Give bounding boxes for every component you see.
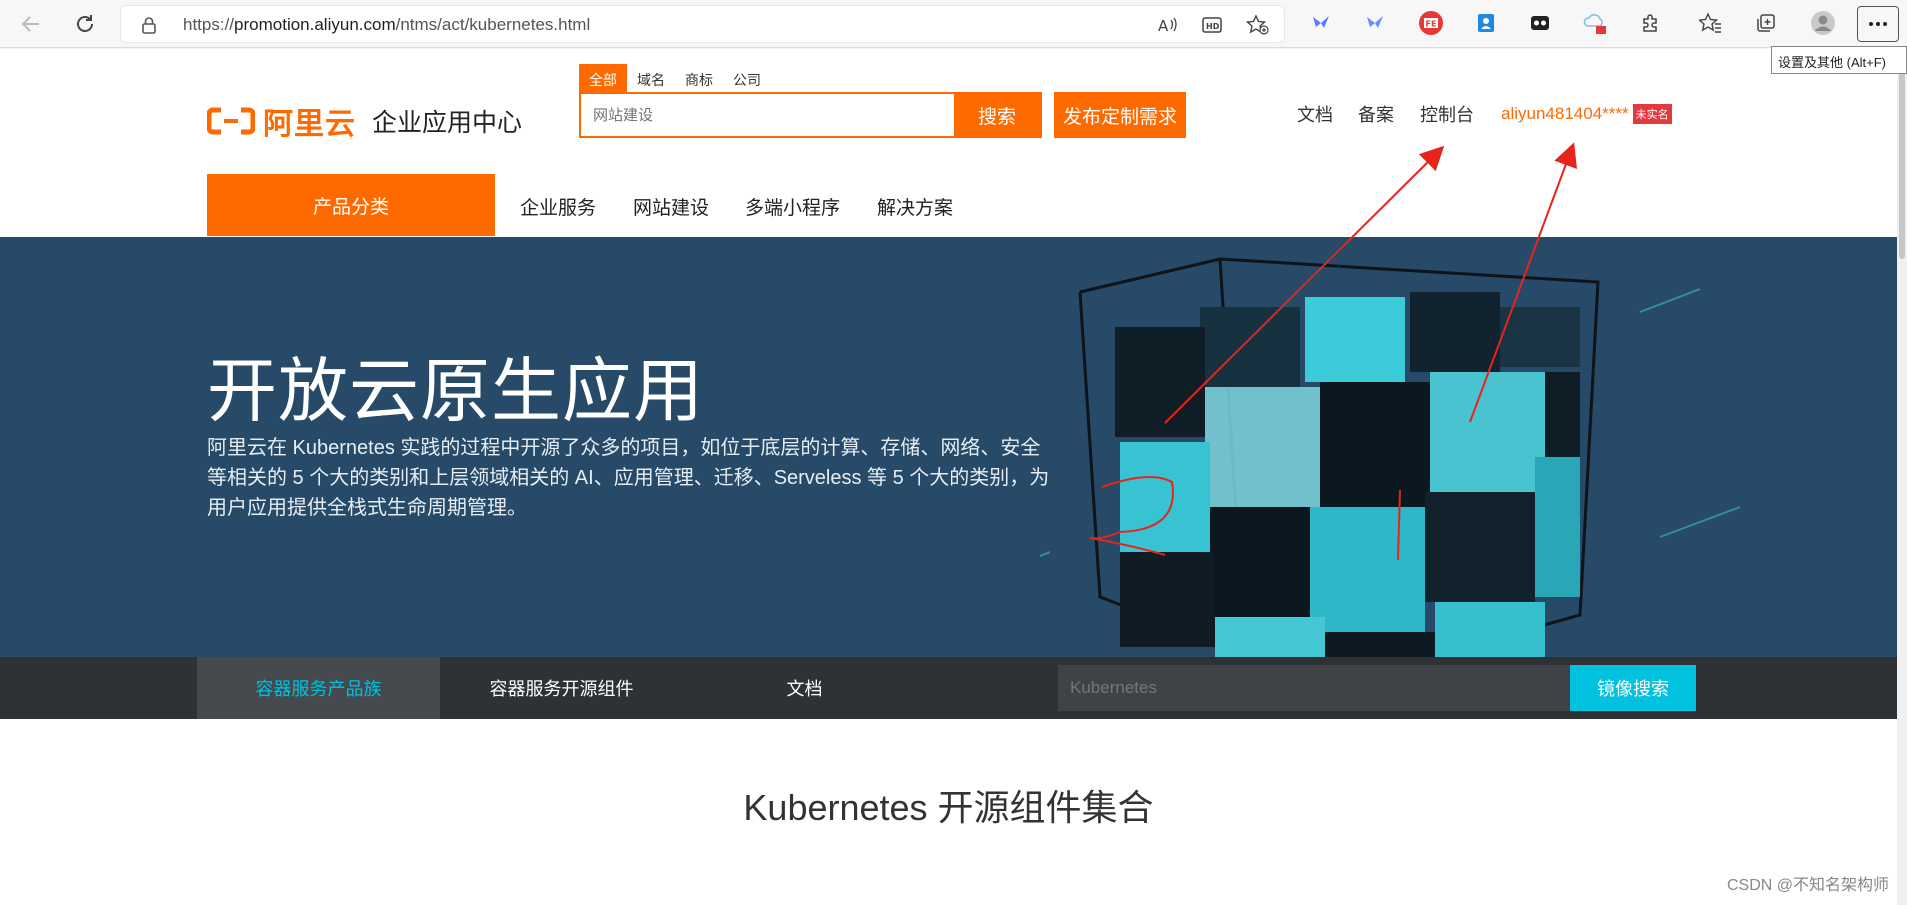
hero-title: 开放云原生应用 bbox=[207, 352, 704, 430]
browser-toolbar: https://promotion.aliyun.com/ntms/act/ku… bbox=[0, 0, 1907, 48]
hero-banner: 开放云原生应用 阿里云在 Kubernetes 实践的过程中开源了众多的项目，如… bbox=[0, 237, 1897, 657]
extension-user-icon[interactable] bbox=[1473, 10, 1499, 36]
url-host: promotion.aliyun.com bbox=[234, 15, 396, 34]
image-search-input[interactable] bbox=[1058, 665, 1570, 711]
cube-illustration bbox=[1040, 257, 1741, 657]
url-path: /ntms/act/kubernetes.html bbox=[395, 15, 591, 34]
product-category-button[interactable]: 产品分类 bbox=[207, 174, 495, 236]
subtab-docs[interactable]: 文档 bbox=[683, 657, 926, 719]
subtab-container-products[interactable]: 容器服务产品族 bbox=[197, 657, 440, 719]
profile-avatar-icon[interactable] bbox=[1810, 10, 1836, 36]
image-search-button[interactable]: 镜像搜索 bbox=[1570, 665, 1696, 711]
address-bar[interactable]: https://promotion.aliyun.com/ntms/act/ku… bbox=[120, 5, 1285, 43]
collections-icon[interactable] bbox=[1753, 10, 1779, 36]
read-aloud-icon[interactable]: A bbox=[1156, 14, 1178, 41]
svg-text:FE: FE bbox=[1426, 20, 1437, 29]
scrollbar-thumb[interactable] bbox=[1899, 59, 1905, 259]
site-subtitle: 企业应用中心 bbox=[372, 109, 523, 137]
section-title: Kubernetes 开源组件集合 bbox=[743, 787, 1154, 828]
site-search-input[interactable] bbox=[581, 94, 951, 136]
extension-cloud-icon[interactable] bbox=[1582, 10, 1608, 36]
search-tab-trademark[interactable]: 商标 bbox=[675, 64, 723, 93]
component-card[interactable] bbox=[197, 868, 672, 905]
nav-item-website-building[interactable]: 网站建设 bbox=[633, 193, 709, 220]
header-link-docs[interactable]: 文档 bbox=[1297, 101, 1333, 127]
extension-fe-icon[interactable]: FE bbox=[1418, 10, 1444, 36]
url-text[interactable]: https://promotion.aliyun.com/ntms/act/ku… bbox=[183, 15, 590, 35]
extensions-puzzle-icon[interactable] bbox=[1637, 10, 1663, 36]
lock-icon[interactable] bbox=[141, 16, 157, 39]
unverified-badge: 未实名 bbox=[1632, 104, 1672, 124]
hero-description: 阿里云在 Kubernetes 实践的过程中开源了众多的项目，如位于底层的计算、… bbox=[207, 437, 1050, 519]
csdn-watermark: CSDN @不知名架构师 bbox=[1722, 869, 1893, 897]
nav-item-mini-programs[interactable]: 多端小程序 bbox=[745, 193, 840, 220]
search-tab-company[interactable]: 公司 bbox=[723, 64, 771, 93]
extension-bird-alt-icon[interactable] bbox=[1362, 10, 1388, 36]
user-account[interactable]: aliyun481404**** 未实名 bbox=[1501, 104, 1672, 124]
search-scope-tabs: 全部 域名 商标 公司 bbox=[579, 64, 771, 93]
container-service-subnav: 容器服务产品族 容器服务开源组件 文档 镜像搜索 bbox=[0, 657, 1897, 719]
search-tab-domain[interactable]: 域名 bbox=[627, 64, 675, 93]
reload-icon[interactable] bbox=[70, 9, 100, 39]
search-tab-all[interactable]: 全部 bbox=[579, 64, 627, 93]
site-search-button[interactable]: 搜索 bbox=[954, 94, 1040, 136]
site-logo[interactable]: 阿里云 企业应用中心 bbox=[206, 99, 523, 143]
extension-glasses-icon[interactable] bbox=[1527, 10, 1553, 36]
back-icon[interactable] bbox=[16, 9, 46, 39]
extension-bird-icon[interactable] bbox=[1308, 10, 1334, 36]
favorites-icon[interactable] bbox=[1698, 10, 1724, 36]
svg-text:HD: HD bbox=[1206, 22, 1220, 31]
more-options-icon[interactable] bbox=[1857, 6, 1899, 42]
brand-name: 阿里云 bbox=[263, 108, 356, 141]
url-scheme: https:// bbox=[183, 15, 235, 34]
svg-text:A: A bbox=[1158, 17, 1169, 35]
add-favorite-icon[interactable] bbox=[1245, 14, 1270, 41]
tooltip: 设置及其他 (Alt+F) bbox=[1771, 46, 1907, 74]
nav-item-enterprise-services[interactable]: 企业服务 bbox=[520, 193, 596, 220]
header-link-filing[interactable]: 备案 bbox=[1358, 101, 1394, 127]
web-page: 阿里云 企业应用中心 全部 域名 商标 公司 搜索 发布定制需求 文档 备案 控… bbox=[0, 49, 1897, 905]
component-card[interactable] bbox=[1220, 868, 1695, 905]
publish-demand-button[interactable]: 发布定制需求 bbox=[1054, 92, 1186, 138]
page-scrollbar[interactable] bbox=[1897, 49, 1907, 905]
subtab-open-source-components[interactable]: 容器服务开源组件 bbox=[440, 657, 683, 719]
component-card[interactable] bbox=[708, 868, 1183, 905]
nav-item-solutions[interactable]: 解决方案 bbox=[877, 193, 953, 220]
hd-icon[interactable]: HD bbox=[1201, 14, 1223, 41]
site-search-box: 搜索 bbox=[579, 92, 1042, 138]
user-name: aliyun481404**** bbox=[1501, 104, 1629, 123]
aliyun-logo-icon bbox=[206, 107, 256, 135]
header-link-console[interactable]: 控制台 bbox=[1420, 101, 1474, 127]
